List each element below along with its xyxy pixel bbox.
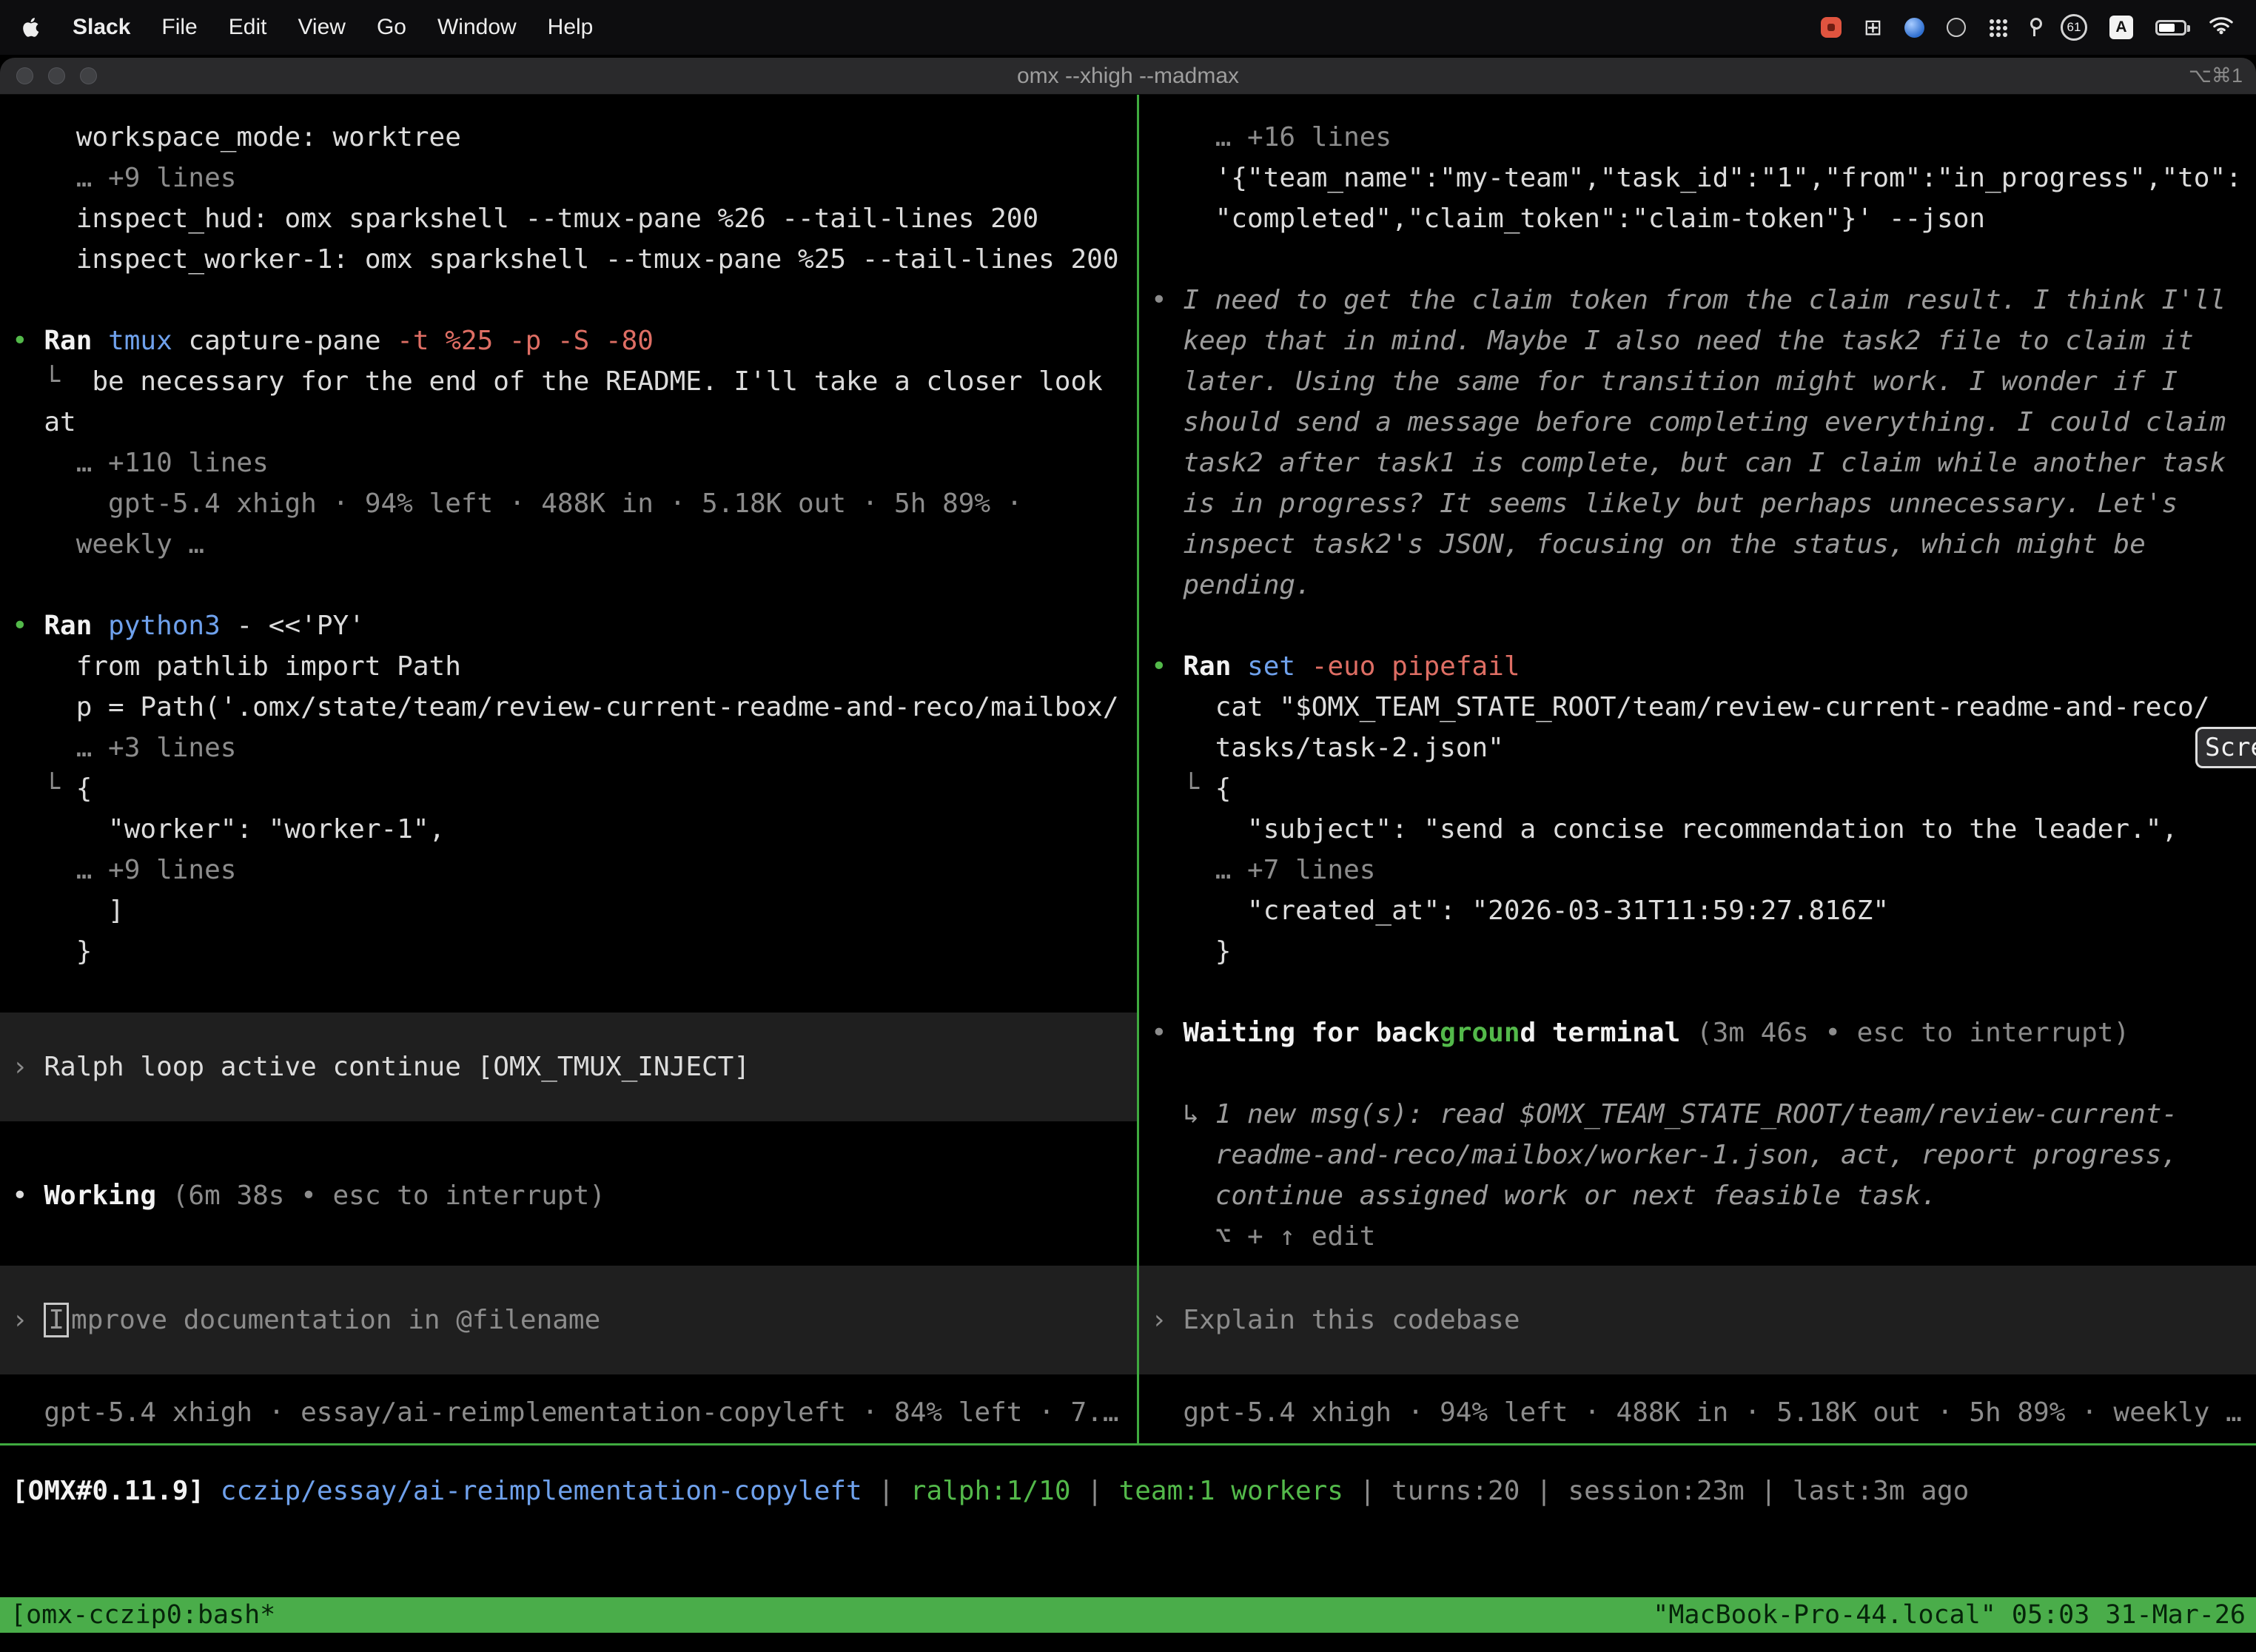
window-title: omx --xhigh --madmax — [0, 64, 2256, 89]
menu-go[interactable]: Go — [377, 15, 406, 40]
menu-edit[interactable]: Edit — [229, 15, 267, 40]
input-source-icon[interactable]: A — [2109, 16, 2133, 39]
terminal-line: from pathlib import Path — [0, 646, 1137, 687]
screen-record-indicator-icon[interactable] — [1821, 17, 1842, 38]
window-title-shortcut: ⌥⌘1 — [2189, 64, 2243, 87]
composer-row[interactable]: › Explain this codebase — [1139, 1266, 2256, 1374]
terminal-line: "worker": "worker-1", — [0, 809, 1137, 850]
terminal-area: workspace_mode: worktree … +9 lines insp… — [0, 95, 2256, 1652]
blue-app-icon[interactable] — [1904, 18, 1924, 38]
terminal-line: … +110 lines — [0, 443, 1137, 483]
left-pane: workspace_mode: worktree … +9 lines insp… — [0, 95, 1139, 1443]
terminal-line: … +9 lines — [0, 850, 1137, 890]
terminal-line: └ { — [1139, 768, 2256, 809]
right-pane-content: … +16 lines '{"team_name":"my-team","tas… — [1139, 95, 2256, 1257]
key-icon[interactable] — [2030, 18, 2038, 37]
terminal-line: ] — [0, 890, 1137, 931]
tmux-session-label: [omx-cczip0:bash* — [10, 1595, 275, 1636]
terminal-line: p = Path('.omx/state/team/review-current… — [0, 687, 1137, 728]
wifi-icon[interactable] — [2209, 15, 2234, 41]
terminal-line: • Ran python3 - <<'PY' — [0, 605, 1137, 646]
terminal-line: continue assigned work or next feasible … — [1139, 1175, 2256, 1216]
terminal-line: keep that in mind. Maybe I also need the… — [1139, 320, 2256, 361]
terminal-line: inspect task2's JSON, focusing on the st… — [1139, 524, 2256, 565]
menu-view[interactable]: View — [298, 15, 345, 40]
terminal-line: "subject": "send a concise recommendatio… — [1139, 809, 2256, 850]
terminal-line: └ { — [0, 768, 1137, 809]
menu-help[interactable]: Help — [548, 15, 594, 40]
terminal-blank-line — [1139, 1053, 2256, 1094]
tmux-status-bar: [omx-cczip0:bash* "MacBook-Pro-44.local"… — [0, 1597, 2256, 1633]
battery-percent-badge[interactable]: 61 — [2061, 14, 2087, 41]
terminal-line: [OMX#0.11.9] cczip/essay/ai-reimplementa… — [0, 1471, 2256, 1511]
terminal-line: • Working (6m 38s • esc to interrupt) — [0, 1175, 1137, 1216]
terminal-blank-line — [0, 280, 1137, 320]
window-grid-icon[interactable]: ⊞ — [1864, 15, 1882, 41]
tmux-host-clock-label: "MacBook-Pro-44.local" 05:03 31-Mar-26 — [1653, 1595, 2246, 1636]
terminal-blank-line — [1139, 239, 2256, 280]
terminal-line: inspect_hud: omx sparkshell --tmux-pane … — [0, 198, 1137, 239]
terminal-blank-line — [0, 972, 1137, 1013]
screen-share-overlay: Scre — [2195, 727, 2256, 768]
terminal-blank-line — [0, 1135, 1137, 1175]
battery-icon[interactable] — [2155, 20, 2186, 36]
terminal-window: omx --xhigh --madmax ⌥⌘1 workspace_mode:… — [0, 58, 2256, 1652]
apple-menu-icon[interactable] — [22, 16, 41, 38]
right-pane: … +16 lines '{"team_name":"my-team","tas… — [1139, 95, 2256, 1443]
window-title-bar[interactable]: omx --xhigh --madmax ⌥⌘1 — [0, 58, 2256, 95]
terminal-line: "completed","claim_token":"claim-token"}… — [1139, 198, 2256, 239]
terminal-line: } — [1139, 931, 2256, 972]
terminal-line: workspace_mode: worktree — [0, 117, 1137, 158]
zoom-button[interactable] — [80, 67, 97, 84]
terminal-line: … +7 lines — [1139, 850, 2256, 890]
terminal-line: … +3 lines — [0, 728, 1137, 768]
terminal-line: task2 after task1 is complete, but can I… — [1139, 443, 2256, 483]
terminal-line: readme-and-reco/mailbox/worker-1.json, a… — [1139, 1135, 2256, 1175]
terminal-line: pending. — [1139, 565, 2256, 605]
hud-line: [OMX#0.11.9] cczip/essay/ai-reimplementa… — [0, 1471, 2256, 1511]
terminal-line: } — [0, 931, 1137, 972]
terminal-line: later. Using the same for transition mig… — [1139, 361, 2256, 402]
left-pane-content: workspace_mode: worktree … +9 lines insp… — [0, 95, 1137, 1216]
screen-share-overlay-label: Scre — [2205, 728, 2256, 768]
terminal-line: └ be necessary for the end of the README… — [0, 361, 1137, 402]
terminal-line: • Ran tmux capture-pane -t %25 -p -S -80 — [0, 320, 1137, 361]
terminal-line: should send a message before completing … — [1139, 402, 2256, 443]
omx-hud: [OMX#0.11.9] cczip/essay/ai-reimplementa… — [0, 1446, 2256, 1511]
terminal-blank-line — [1139, 972, 2256, 1013]
right-pane-bottom: › Explain this codebase gpt-5.4 xhigh · … — [1139, 1266, 2256, 1433]
pane-footer-line: gpt-5.4 xhigh · essay/ai-reimplementatio… — [0, 1392, 1137, 1433]
terminal-line: … +9 lines — [0, 158, 1137, 198]
active-app-menu[interactable]: Slack — [73, 15, 130, 40]
terminal-line: • Waiting for background terminal (3m 46… — [1139, 1013, 2256, 1053]
terminal-blank-line — [1139, 605, 2256, 646]
terminal-line: gpt-5.4 xhigh · 94% left · 488K in · 5.1… — [0, 483, 1137, 524]
terminal-line: ↳ 1 new msg(s): read $OMX_TEAM_STATE_ROO… — [1139, 1094, 2256, 1135]
left-pane-bottom: › Improve documentation in @filename gpt… — [0, 1266, 1137, 1433]
composer-row[interactable]: › Improve documentation in @filename — [0, 1266, 1137, 1374]
pane-footer-line: gpt-5.4 xhigh · 94% left · 488K in · 5.1… — [1139, 1392, 2256, 1433]
terminal-line: tasks/task-2.json" — [1139, 728, 2256, 768]
minimize-button[interactable] — [48, 67, 65, 84]
terminal-line: weekly … — [0, 524, 1137, 565]
terminal-line: is in progress? It seems likely but perh… — [1139, 483, 2256, 524]
terminal-line: inspect_worker-1: omx sparkshell --tmux-… — [0, 239, 1137, 280]
terminal-line: cat "$OMX_TEAM_STATE_ROOT/team/review-cu… — [1139, 687, 2256, 728]
terminal-line: "created_at": "2026-03-31T11:59:27.816Z" — [1139, 890, 2256, 931]
menu-window[interactable]: Window — [437, 15, 517, 40]
dots-grid-icon[interactable] — [1988, 18, 2007, 37]
terminal-line: • Ran set -euo pipefail — [1139, 646, 2256, 687]
close-button[interactable] — [16, 67, 33, 84]
terminal-line: at — [0, 402, 1137, 443]
terminal-blank-line — [0, 565, 1137, 605]
menu-bar: Slack File Edit View Go Window Help ⊞ 61… — [0, 0, 2256, 55]
terminal-line: … +16 lines — [1139, 117, 2256, 158]
terminal-line: '{"team_name":"my-team","task_id":"1","f… — [1139, 158, 2256, 198]
terminal-line: • I need to get the claim token from the… — [1139, 280, 2256, 320]
disc-app-icon[interactable] — [1947, 18, 1966, 37]
terminal-line: ⌥ + ↑ edit — [1139, 1216, 2256, 1257]
composer-row[interactable]: › Ralph loop active continue [OMX_TMUX_I… — [0, 1013, 1137, 1121]
menu-file[interactable]: File — [161, 15, 197, 40]
